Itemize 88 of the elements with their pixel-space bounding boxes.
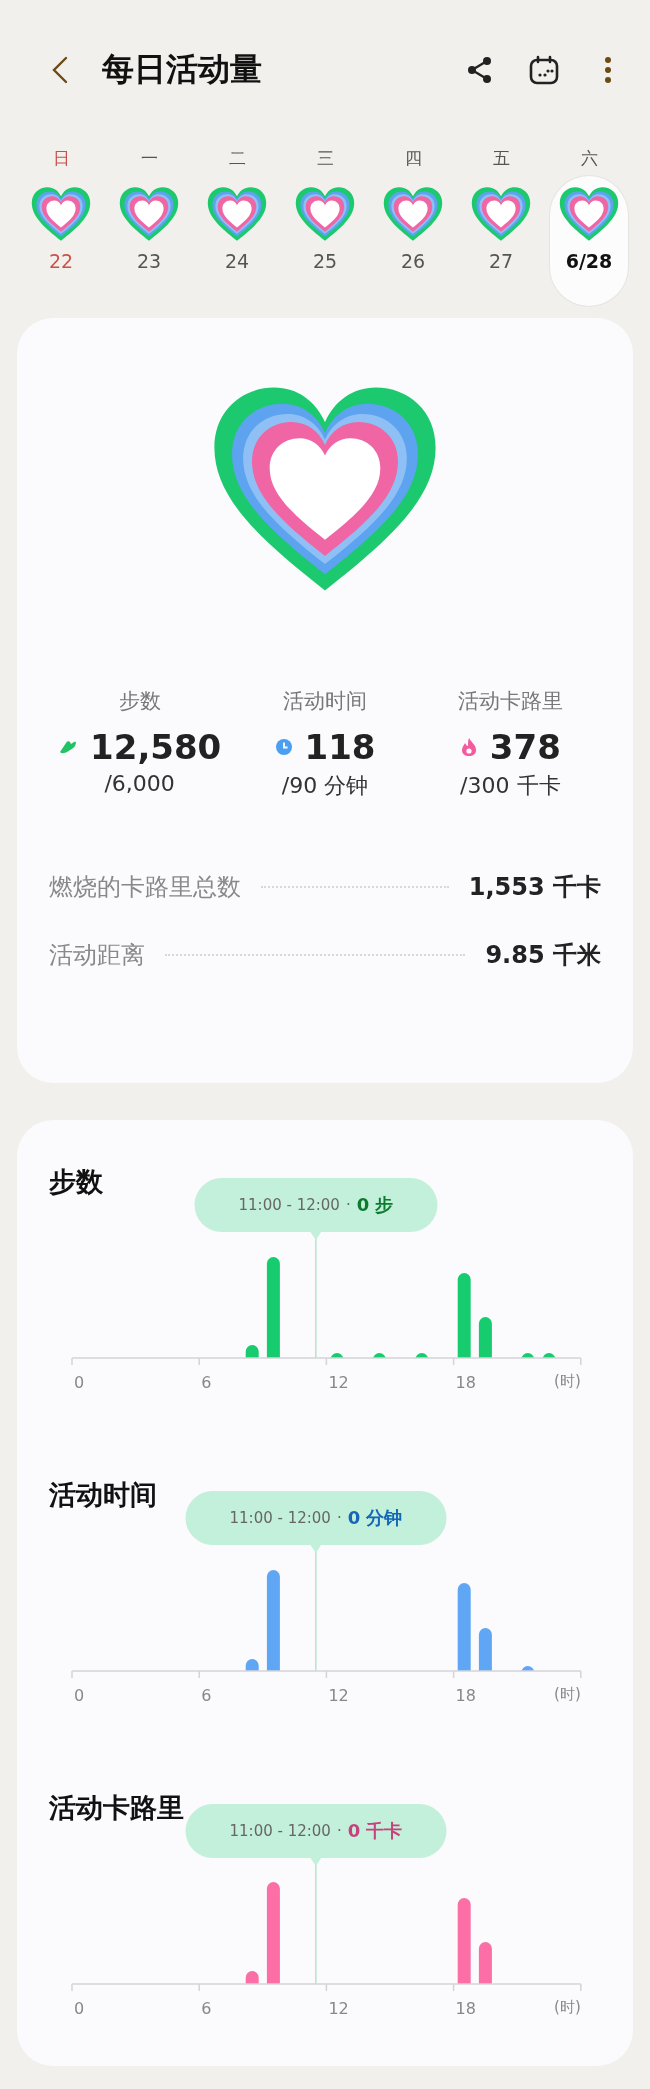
more-icon	[604, 56, 612, 84]
bar	[542, 1353, 556, 1360]
stat-value: 118	[304, 727, 376, 767]
axis-label: 12	[328, 1373, 349, 1392]
back-icon	[51, 55, 69, 85]
stat-goal: /6,000	[104, 771, 175, 796]
date-label: 25	[312, 250, 338, 272]
time-range: 11:00 - 12:00	[229, 1509, 331, 1527]
bar	[330, 1353, 344, 1360]
stat-label: 活动卡路里	[457, 688, 563, 715]
day-item[interactable]: 6/28	[550, 176, 628, 306]
day-item[interactable]: 23	[110, 176, 188, 306]
clock-icon	[274, 738, 293, 756]
date-label: 24	[224, 250, 250, 272]
axis-unit: (时)	[554, 1998, 581, 2016]
axis-label: 0	[74, 1686, 85, 1705]
chart-title: 步数	[49, 1165, 103, 1199]
time-range: 11:00 - 12:00	[229, 1822, 331, 1840]
activity-heart-icon	[295, 187, 355, 241]
axis-label: 6	[201, 1999, 212, 2018]
separator-dot: ·	[336, 1822, 342, 1840]
activity-heart-icon	[383, 187, 443, 241]
stat-label: 活动时间	[283, 688, 367, 715]
stat-goal: /90 分钟	[281, 772, 369, 800]
total-value: 1,553 千卡	[468, 872, 601, 903]
weekday-label: 三	[316, 147, 334, 170]
tooltip-value: 0 千卡	[347, 1819, 403, 1843]
separator-dot: ·	[336, 1509, 342, 1527]
bar	[245, 1971, 259, 1984]
weekday-label: 五	[492, 147, 510, 170]
weekday-label: 四	[404, 147, 422, 170]
total-label: 燃烧的卡路里总数	[49, 872, 241, 903]
bar	[478, 1628, 492, 1671]
weekday-label: 六	[580, 147, 598, 170]
date-label: 26	[400, 250, 426, 272]
chart-title: 活动时间	[49, 1478, 157, 1512]
day-item[interactable]: 25	[286, 176, 364, 306]
bar	[478, 1942, 492, 1984]
activity-heart-icon	[207, 187, 267, 241]
weekday-label: 日	[52, 147, 70, 170]
weekday-label: 二	[228, 147, 246, 170]
axis-unit: (时)	[554, 1372, 581, 1390]
bar	[245, 1345, 259, 1358]
bar	[372, 1353, 386, 1360]
day-item[interactable]: 26	[374, 176, 452, 306]
activity-heart-icon	[559, 187, 619, 241]
axis-label: 6	[201, 1373, 212, 1392]
bar	[415, 1353, 429, 1360]
stat-value: 12,580	[90, 727, 222, 767]
weekday-label: 一	[140, 147, 158, 170]
axis-label: 12	[328, 1999, 349, 2018]
share-icon	[467, 56, 493, 84]
axis-label: 0	[74, 1999, 85, 2018]
time-range: 11:00 - 12:00	[238, 1196, 340, 1214]
stat-value: 378	[489, 727, 561, 767]
bar	[521, 1353, 535, 1360]
calendar-icon	[529, 55, 559, 85]
shoe-icon	[58, 739, 79, 755]
activity-heart-icon	[471, 187, 531, 241]
bar	[245, 1659, 259, 1671]
axis-label: 18	[455, 1373, 476, 1392]
date-label: 6/28	[565, 250, 613, 272]
date-label: 22	[48, 250, 74, 272]
date-label: 23	[136, 250, 162, 272]
axis-label: 18	[455, 1999, 476, 2018]
activity-heart-icon	[31, 187, 91, 241]
day-item[interactable]: 27	[462, 176, 540, 306]
axis-label: 0	[74, 1373, 85, 1392]
axis-label: 18	[455, 1686, 476, 1705]
bar	[521, 1666, 535, 1673]
day-item[interactable]: 22	[22, 176, 100, 306]
stat-label: 步数	[118, 688, 161, 715]
axis-unit: (时)	[554, 1685, 581, 1703]
total-label: 活动距离	[49, 940, 145, 971]
page-title: 每日活动量	[102, 49, 263, 90]
flame-icon	[459, 737, 478, 757]
date-label: 27	[488, 250, 514, 272]
day-item[interactable]: 24	[198, 176, 276, 306]
chart-title: 活动卡路里	[49, 1791, 184, 1825]
axis-label: 6	[201, 1686, 212, 1705]
axis-label: 12	[328, 1686, 349, 1705]
separator-dot: ·	[345, 1196, 351, 1214]
total-value: 9.85 千米	[485, 940, 601, 971]
tooltip-value: 0 步	[356, 1193, 394, 1217]
tooltip-value: 0 分钟	[347, 1506, 403, 1530]
stat-goal: /300 千卡	[460, 772, 561, 800]
bar	[478, 1317, 492, 1358]
activity-heart-icon	[119, 187, 179, 241]
